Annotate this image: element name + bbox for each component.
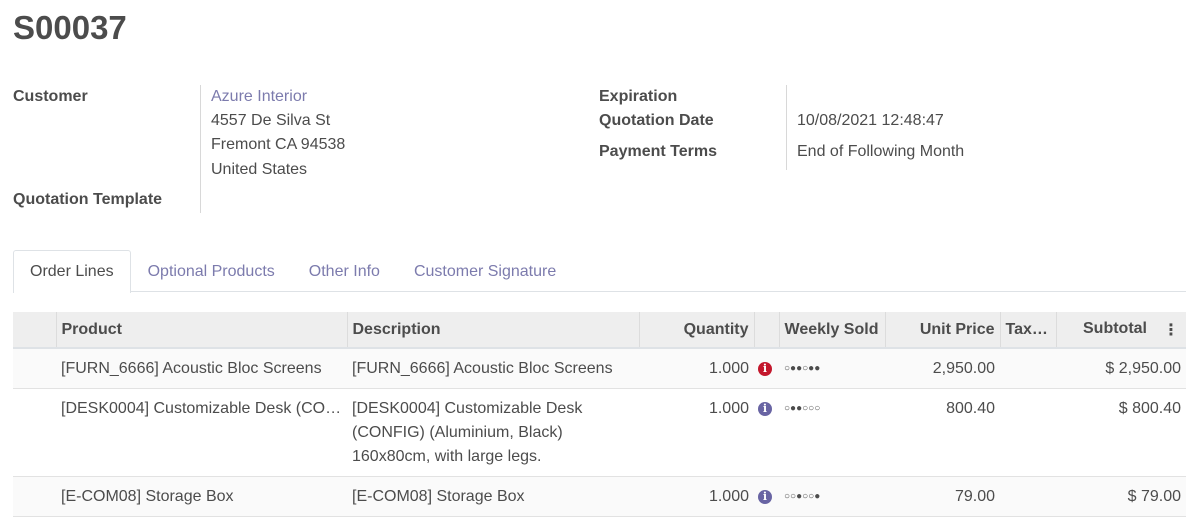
customer-address-city: Fremont CA 94538 [211, 136, 346, 153]
header-subtotal-label: Subtotal [1083, 319, 1147, 337]
row-handle [13, 476, 56, 517]
expiration-label: Expiration [599, 88, 678, 105]
cell-subtotal: $ 800.40 [1056, 388, 1186, 477]
cell-weekly-sold: ○○●○○● [779, 476, 885, 517]
table-row[interactable]: [FURN_6666] Acoustic Bloc Screens [FURN_… [13, 348, 1186, 389]
quotation-date-value[interactable]: 10/08/2021 12:48:47 [797, 111, 944, 131]
field-separator [786, 85, 787, 170]
header-handle [13, 312, 56, 349]
quotation-template-label: Quotation Template [13, 191, 163, 208]
quotation-template-field[interactable] [211, 190, 581, 210]
quotation-date-label: Quotation Date [599, 112, 714, 129]
header-description[interactable]: Description [346, 312, 639, 349]
customer-address-country: United States [211, 161, 308, 178]
customer-address-street: 4557 De Silva St [211, 112, 331, 129]
customer-link[interactable]: Azure Interior [211, 87, 307, 107]
customer-label: Customer [13, 88, 88, 105]
cell-quantity[interactable]: 1.000 [639, 348, 754, 389]
expiration-field[interactable] [797, 87, 1177, 107]
cell-taxes[interactable] [1000, 348, 1056, 389]
info-icon[interactable]: i [758, 489, 772, 504]
cell-weekly-sold: ○●●○○○ [779, 388, 885, 477]
optional-columns-icon[interactable]: ⋮ [1163, 320, 1181, 340]
cell-taxes[interactable] [1000, 388, 1056, 477]
row-handle [13, 388, 56, 477]
header-taxes[interactable]: Tax… [999, 312, 1056, 349]
cell-unit-price[interactable]: 79.00 [885, 476, 1000, 517]
cell-description[interactable]: [DESK0004] Customizable Desk (CONFIG) (A… [347, 388, 639, 477]
header-product[interactable]: Product [55, 312, 347, 349]
payment-terms-value[interactable]: End of Following Month [797, 142, 964, 162]
order-lines-table: Product Description Quantity Weekly Sold… [13, 312, 1186, 517]
header-quantity[interactable]: Quantity [638, 312, 754, 349]
tab-customer-signature[interactable]: Customer Signature [397, 250, 573, 292]
table-row[interactable]: [E-COM08] Storage Box [E-COM08] Storage … [13, 476, 1186, 517]
tab-other-info[interactable]: Other Info [292, 250, 397, 292]
cell-subtotal: $ 2,950.00 [1056, 348, 1186, 389]
cell-subtotal: $ 79.00 [1056, 476, 1186, 517]
header-unit-price[interactable]: Unit Price [884, 312, 1000, 349]
header-info [753, 312, 779, 349]
cell-weekly-sold: ○●●○●● [779, 348, 885, 389]
cell-description[interactable]: [FURN_6666] Acoustic Bloc Screens [347, 348, 639, 389]
cell-product[interactable]: [DESK0004] Customizable Desk (CONFIG) (A… [56, 388, 347, 477]
cell-taxes[interactable] [1000, 476, 1056, 517]
tab-optional-products[interactable]: Optional Products [131, 250, 292, 292]
cell-unit-price[interactable]: 2,950.00 [885, 348, 1000, 389]
notebook-tabs: Order Lines Optional Products Other Info… [13, 250, 1186, 293]
table-row[interactable]: [DESK0004] Customizable Desk (CONFIG) (A… [13, 388, 1186, 477]
cell-quantity[interactable]: 1.000 [639, 388, 754, 477]
table-header-row: Product Description Quantity Weekly Sold… [13, 312, 1186, 349]
cell-unit-price[interactable]: 800.40 [885, 388, 1000, 477]
header-subtotal[interactable]: Subtotal ⋮ [1055, 312, 1186, 349]
payment-terms-label: Payment Terms [599, 143, 717, 160]
field-separator [200, 85, 201, 213]
cell-quantity[interactable]: 1.000 [639, 476, 754, 517]
cell-description[interactable]: [E-COM08] Storage Box [347, 476, 639, 517]
row-handle [13, 348, 56, 389]
record-title: S00037 [13, 9, 127, 46]
cell-product[interactable]: [FURN_6666] Acoustic Bloc Screens [56, 348, 347, 389]
tab-order-lines[interactable]: Order Lines [13, 250, 131, 293]
info-icon[interactable]: i [758, 401, 772, 416]
info-icon[interactable]: i [758, 361, 772, 376]
header-weekly-sold[interactable]: Weekly Sold [778, 312, 885, 349]
cell-product[interactable]: [E-COM08] Storage Box [56, 476, 347, 517]
